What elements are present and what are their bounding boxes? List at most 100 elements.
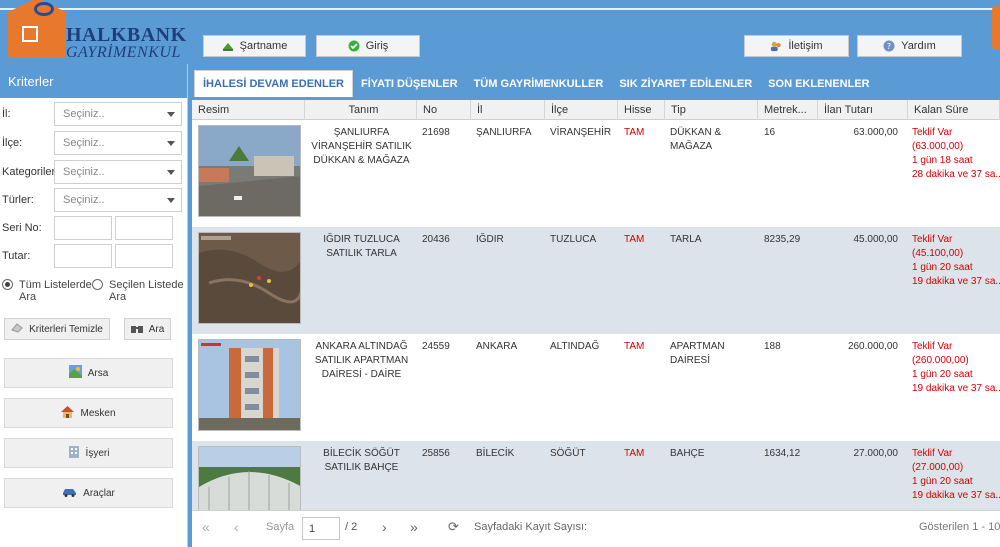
offer-amount: (260.000,00) (912, 355, 969, 366)
column-header-kalan-sure[interactable]: Kalan Süre (908, 100, 1000, 120)
sartname-label: Şartname (239, 40, 288, 52)
column-header-il[interactable]: İl (471, 100, 545, 120)
cell-ilan-tutari: 63.000,00 (853, 127, 899, 138)
prev-page-icon[interactable]: ‹ (234, 519, 239, 535)
column-header-metrekare[interactable]: Metrek... (758, 100, 818, 120)
offer-amount: (45.100,00) (912, 248, 964, 259)
time-remaining-days: 1 gün 20 saat (912, 476, 973, 487)
listing-photo[interactable] (198, 232, 301, 324)
next-page-icon[interactable]: › (382, 519, 387, 535)
filter-turler-select[interactable]: Seçiniz.. (54, 188, 182, 212)
tutar-max-input[interactable] (115, 244, 173, 268)
refresh-icon[interactable]: ⟳ (448, 519, 459, 535)
offer-status: Teklif Var (912, 448, 953, 459)
halkbank-logo[interactable]: HALKBANK GAYRİMENKUL (4, 0, 204, 61)
seri-no-from-input[interactable] (54, 216, 112, 240)
radio-selected-dot[interactable] (92, 279, 103, 290)
cell-kalan-sure: Teklif Var (45.100,00) 1 gün 20 saat 19 … (912, 233, 1000, 289)
land-icon (68, 365, 82, 381)
time-remaining-days: 1 gün 18 saat (912, 155, 973, 166)
tab-sik-ziyaret-edilenler[interactable]: SIK ZİYARET EDİLENLER (611, 70, 760, 97)
search-label: Ara (148, 323, 165, 335)
yardim-button[interactable]: ? Yardım (857, 35, 962, 57)
category-araclar-label: Araçlar (83, 487, 115, 499)
cell-tanim[interactable]: ŞANLIURFA VİRANŞEHİR SATILIK DÜKKAN & MA… (310, 126, 413, 168)
clear-criteria-button[interactable]: Kriterleri Temizle (4, 318, 110, 340)
filter-ilce-select[interactable]: Seçiniz.. (54, 131, 182, 155)
seri-no-to-input[interactable] (115, 216, 173, 240)
cell-kalan-sure: Teklif Var (260.000,00) 1 gün 20 saat 19… (912, 340, 1000, 396)
first-page-icon[interactable]: « (202, 519, 210, 535)
chevron-down-icon (167, 198, 175, 203)
cell-ilce: ALTINDAĞ (550, 341, 600, 352)
table-row[interactable]: ANKARA ALTINDAĞ SATILIK APARTMAN DAİRESİ… (192, 334, 1000, 441)
cell-tip: TARLA (670, 234, 702, 245)
cell-tip: APARTMAN DAİRESİ (670, 341, 725, 366)
cell-ilan-tutari: 45.000,00 (853, 234, 899, 245)
column-header-ilce[interactable]: İlçe (545, 100, 618, 120)
radio-all-label: Tüm Listelerde Ara (19, 279, 92, 303)
column-header-hisse[interactable]: Hisse (618, 100, 665, 120)
offer-status: Teklif Var (912, 234, 953, 245)
listing-photo[interactable] (198, 446, 301, 510)
giris-button[interactable]: Giriş (316, 35, 420, 57)
cell-tanim[interactable]: IĞDIR TUZLUCA SATILIK TARLA (310, 233, 413, 261)
time-remaining-days: 1 gün 20 saat (912, 369, 973, 380)
iletisim-button[interactable]: İletişim (744, 35, 849, 57)
cell-hisse: TAM (624, 448, 645, 459)
table-row[interactable]: BİLECİK SÖĞÜT SATILIK BAHÇE 25856 BİLECİ… (192, 441, 1000, 510)
offer-status: Teklif Var (912, 341, 953, 352)
car-icon (62, 487, 77, 500)
chevron-down-icon (167, 112, 175, 117)
column-header-tanim[interactable]: Tanım (305, 100, 417, 120)
filter-kategoriler-row: Kategoriler: Seçiniz.. (0, 160, 188, 184)
search-button[interactable]: Ara (124, 318, 171, 340)
category-araclar-button[interactable]: Araçlar (4, 478, 173, 508)
document-icon (222, 40, 234, 52)
tutar-min-input[interactable] (54, 244, 112, 268)
table-row[interactable]: IĞDIR TUZLUCA SATILIK TARLA 20436 IĞDIR … (192, 227, 1000, 334)
time-remaining-days: 1 gün 20 saat (912, 262, 973, 273)
column-header-ilan-tutari[interactable]: İlan Tutarı (818, 100, 908, 120)
cell-hisse: TAM (624, 234, 645, 245)
yardim-label: Yardım (901, 40, 936, 52)
cell-tanim[interactable]: BİLECİK SÖĞÜT SATILIK BAHÇE (310, 447, 413, 475)
time-remaining-minutes: 19 dakika ve 37 sa... (912, 276, 1000, 287)
tab-son-eklenenler[interactable]: SON EKLENENLER (760, 70, 877, 97)
showing-range: Gösterilen 1 - 10 / (919, 521, 1000, 533)
filter-turler-row: Türler: Seçiniz.. (0, 188, 188, 212)
offer-amount: (27.000,00) (912, 462, 964, 473)
tab-tum-gayrimenkuller[interactable]: TÜM GAYRİMENKULLER (466, 70, 612, 97)
building-icon (68, 445, 80, 461)
filter-kategoriler-select[interactable]: Seçiniz.. (54, 160, 182, 184)
listing-photo[interactable] (198, 339, 301, 431)
last-page-icon[interactable]: » (410, 519, 418, 535)
tab-ihalesi-devam-edenler[interactable]: İHALESİ DEVAM EDENLER (194, 70, 353, 97)
filter-il-row: İl: Seçiniz.. (0, 102, 188, 126)
radio-selected-label: Seçilen Listede Ara (109, 279, 184, 303)
column-header-resim[interactable]: Resim (192, 100, 305, 120)
radio-all-dot[interactable] (2, 279, 13, 290)
table-row[interactable]: ŞANLIURFA VİRANŞEHİR SATILIK DÜKKAN & MA… (192, 120, 1000, 227)
sartname-button[interactable]: Şartname (203, 35, 306, 57)
pagination-bar: « ‹ Sayfa / 2 › » ⟳ Sayfadaki Kayıt Sayı… (192, 510, 1000, 547)
category-arsa-button[interactable]: Arsa (4, 358, 173, 388)
listing-photo[interactable] (198, 125, 301, 217)
cell-tanim[interactable]: ANKARA ALTINDAĞ SATILIK APARTMAN DAİRESİ… (310, 340, 413, 382)
filter-ilce-label: İlçe: (2, 137, 23, 149)
cell-no: 21698 (422, 127, 450, 138)
cell-tip: BAHÇE (670, 448, 705, 459)
category-arsa-label: Arsa (87, 367, 109, 379)
side-tab-handle[interactable] (992, 6, 1000, 50)
column-header-no[interactable]: No (417, 100, 471, 120)
filter-il-select[interactable]: Seçiniz.. (54, 102, 182, 126)
page-number-input[interactable] (302, 517, 340, 540)
contact-icon (770, 40, 782, 52)
category-mesken-button[interactable]: Mesken (4, 398, 173, 428)
filter-tutar-label: Tutar: (2, 250, 31, 262)
eraser-icon (11, 322, 23, 336)
tab-fiyati-dusenler[interactable]: FİYATI DÜŞENLER (353, 70, 466, 97)
column-header-tip[interactable]: Tip (665, 100, 758, 120)
category-isyeri-button[interactable]: İşyeri (4, 438, 173, 468)
cell-metrekare: 16 (764, 127, 776, 138)
